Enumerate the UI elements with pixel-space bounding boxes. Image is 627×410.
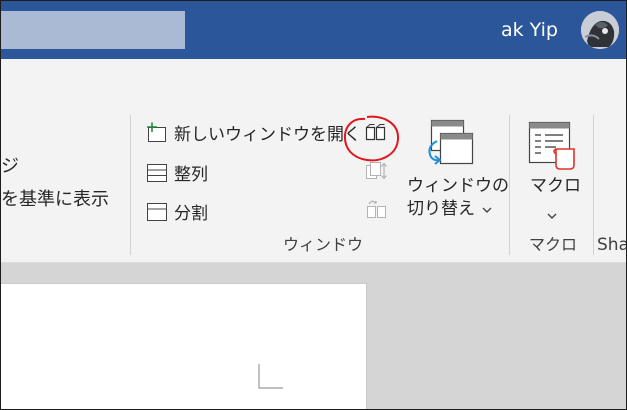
split-icon (147, 202, 167, 221)
split-button[interactable]: 分割 (146, 199, 208, 224)
new-window-icon (147, 122, 166, 142)
switch-windows-icon (428, 119, 474, 165)
window-group-label: ウィンドウ (283, 235, 364, 254)
split-label: 分割 (174, 204, 208, 224)
macro-icon (528, 121, 575, 170)
ribbon-partial-item-2[interactable]: を基準に表示 (1, 189, 109, 211)
app-window: ak Yip ジ を基準に表示 新しいウィンドウを開く 整列 分割 ウィンドウの… (0, 0, 627, 410)
document-page[interactable] (1, 283, 367, 409)
arrange-all-icon (147, 163, 167, 182)
ribbon-partial-item-1[interactable]: ジ (1, 156, 19, 178)
macro-group-label: マクロ (529, 235, 578, 254)
arrange-all-label: 整列 (174, 165, 208, 185)
title-bar: ak Yip (1, 1, 626, 59)
new-window-label: 新しいウィンドウを開く (174, 125, 361, 145)
switch-windows-label-2: 切り替え (407, 198, 494, 220)
ribbon-view-tab: ジ を基準に表示 新しいウィンドウを開く 整列 分割 ウィンドウの 切り替え ウ… (1, 59, 626, 263)
group-separator (509, 115, 510, 255)
search-box[interactable] (1, 11, 185, 49)
new-window-button[interactable]: 新しいウィンドウを開く (146, 120, 361, 145)
reset-window-icon (367, 200, 386, 218)
annotation-circle (343, 115, 400, 162)
chevron-down-icon (547, 205, 557, 224)
partial-group-label: Sha (597, 235, 627, 255)
user-name[interactable]: ak Yip (501, 18, 558, 42)
macros-button[interactable]: マクロ (519, 117, 585, 227)
chevron-down-icon (482, 198, 494, 220)
switch-windows-button[interactable]: ウィンドウの 切り替え (403, 117, 509, 227)
group-separator (130, 115, 131, 255)
group-separator (593, 115, 594, 255)
user-avatar-icon[interactable] (581, 11, 619, 49)
page-corner-mark (258, 364, 283, 389)
switch-windows-label-1: ウィンドウの (407, 176, 509, 196)
reset-window-position-button[interactable] (361, 195, 391, 223)
arrange-all-button[interactable]: 整列 (146, 160, 208, 185)
macros-button-label: マクロ (530, 176, 581, 196)
